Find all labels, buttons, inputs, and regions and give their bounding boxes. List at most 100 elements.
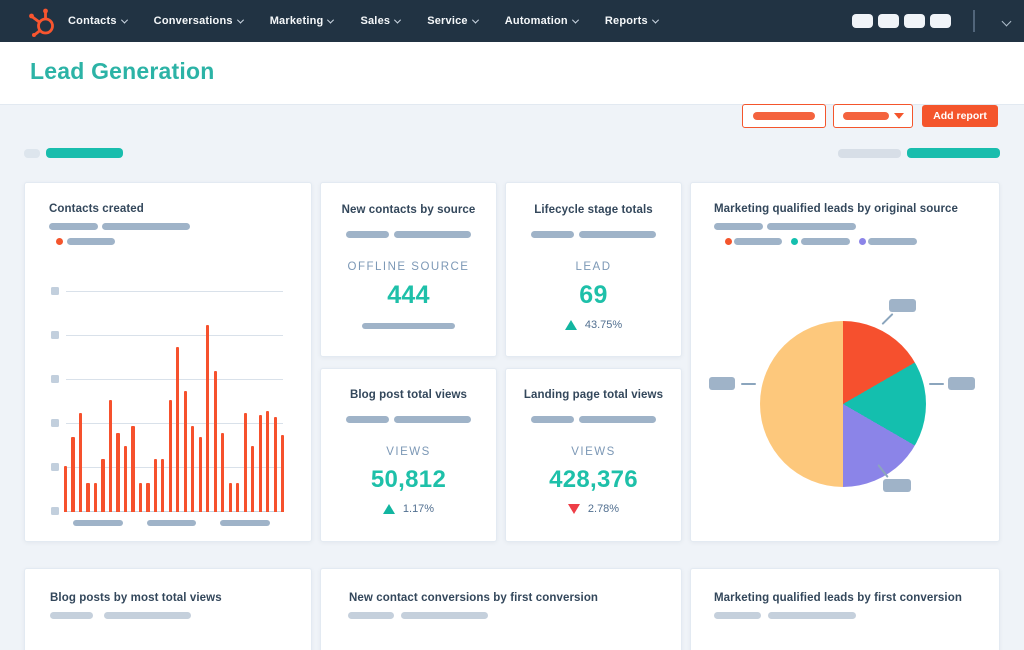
legend-label-placeholder	[734, 238, 782, 245]
subtitle-placeholder	[578, 231, 656, 238]
bar	[116, 432, 120, 512]
bar	[161, 459, 165, 512]
subtitle-placeholder	[714, 223, 763, 230]
delta-down-icon	[567, 504, 580, 514]
nav-item-automation[interactable]: Automation	[505, 15, 579, 27]
nav-item-label: Sales	[360, 15, 391, 27]
subtitle-placeholder	[767, 223, 856, 230]
stat-value: 69	[579, 281, 608, 309]
button-label-placeholder	[753, 112, 815, 120]
bar	[213, 371, 217, 512]
chevron-down-icon	[236, 16, 244, 24]
x-tick-placeholder	[73, 520, 123, 526]
pie-callout-line	[929, 383, 944, 385]
bar	[64, 465, 68, 512]
chevron-down-icon	[471, 16, 479, 24]
filter-control-placeholder[interactable]	[46, 148, 123, 158]
stat-footer-placeholder	[362, 323, 455, 329]
bar	[78, 413, 83, 512]
card-mql-by-first-conversion: Marketing qualified leads by first conve…	[690, 568, 1000, 650]
bar	[153, 459, 157, 512]
legend-dot-purple	[859, 238, 866, 245]
card-blog-posts-by-most-total-views: Blog posts by most total views	[24, 568, 312, 650]
nav-toolbar-icon-4[interactable]	[930, 14, 951, 28]
bar-chart	[25, 183, 313, 543]
chevron-down-icon	[120, 16, 128, 24]
card-mql-by-original-source: Marketing qualified leads by original so…	[690, 182, 1000, 542]
stat-label: VIEWS	[571, 446, 616, 458]
subtitle-placeholder	[401, 612, 488, 619]
nav-item-reports[interactable]: Reports	[605, 15, 659, 27]
card-title: Blog posts by most total views	[50, 592, 222, 604]
legend-label-placeholder	[868, 238, 917, 245]
nav-item-label: Marketing	[269, 15, 324, 27]
bar	[86, 483, 90, 512]
hubspot-logo-icon[interactable]	[26, 5, 60, 39]
nav-item-label: Contacts	[68, 15, 117, 27]
chevron-down-icon	[651, 16, 659, 24]
y-tick-placeholder	[51, 463, 59, 471]
account-chevron-down-icon[interactable]	[1001, 16, 1012, 26]
subtitle-placeholder	[50, 612, 93, 619]
x-tick-placeholder	[147, 520, 196, 526]
card-title: Lifecycle stage totals	[534, 204, 653, 216]
nav-item-conversations[interactable]: Conversations	[154, 15, 244, 27]
bar	[228, 483, 232, 512]
legend-dot-teal	[791, 238, 798, 245]
bar	[198, 437, 202, 512]
subtitle-placeholder	[531, 231, 575, 238]
stat-label: VIEWS	[386, 446, 431, 458]
range-control-placeholder[interactable]	[907, 148, 1000, 158]
nav-item-service[interactable]: Service	[427, 15, 479, 27]
nav-divider	[973, 10, 975, 32]
filter-label-placeholder	[24, 149, 40, 158]
stat-value: 50,812	[370, 466, 447, 493]
subtitle-placeholder	[531, 416, 575, 423]
nav-item-marketing[interactable]: Marketing	[269, 15, 335, 27]
bar	[191, 426, 195, 512]
pie-callout-placeholder	[883, 479, 911, 492]
delta-value: 2.78%	[587, 503, 620, 515]
card-new-contacts-by-source: New contacts by source OFFLINE SOURCE 44…	[320, 182, 497, 357]
stat-label: LEAD	[575, 261, 612, 273]
card-title: Marketing qualified leads by first conve…	[714, 592, 962, 604]
dropdown-arrow-icon	[893, 113, 904, 119]
delta-value: 1.17%	[402, 503, 435, 515]
top-nav: Contacts Conversations Marketing Sales S…	[0, 0, 1024, 42]
y-tick-placeholder	[51, 331, 59, 339]
nav-item-sales[interactable]: Sales	[360, 15, 402, 27]
subtitle-placeholder	[768, 612, 856, 619]
nav-toolbar-icon-2[interactable]	[878, 14, 899, 28]
pie-callout-line	[881, 312, 894, 326]
bar	[146, 483, 150, 512]
pie-callout-placeholder	[709, 377, 735, 390]
bar	[123, 446, 128, 512]
gridline	[66, 291, 283, 292]
nav-menu: Contacts Conversations Marketing Sales S…	[68, 0, 659, 42]
dashboard-action-button-1[interactable]	[742, 104, 826, 128]
bar	[183, 391, 187, 512]
page-title: Lead Generation	[30, 58, 215, 84]
card-contacts-created: Contacts created	[24, 182, 312, 542]
subtitle-placeholder	[346, 231, 390, 238]
nav-toolbar-icon-3[interactable]	[904, 14, 925, 28]
subtitle-placeholder	[393, 231, 471, 238]
card-title: New contact conversions by first convers…	[349, 592, 599, 604]
chevron-down-icon	[571, 16, 579, 24]
bar	[251, 446, 255, 512]
pie-chart	[760, 321, 926, 487]
delta-up-icon	[382, 504, 395, 514]
card-title: Landing page total views	[523, 389, 664, 401]
nav-toolbar-icon-1[interactable]	[852, 14, 873, 28]
card-landing-page-total-views: Landing page total views VIEWS 428,376 2…	[505, 368, 682, 542]
add-report-button[interactable]: Add report	[922, 105, 998, 127]
card-blog-post-total-views: Blog post total views VIEWS 50,812 1.17%	[320, 368, 497, 542]
bar	[243, 413, 247, 512]
bar	[176, 347, 180, 512]
subtitle-placeholder	[346, 416, 390, 423]
delta-value: 43.75%	[584, 319, 623, 331]
card-title: Marketing qualified leads by original so…	[714, 203, 959, 215]
dashboard-dropdown-button[interactable]	[833, 104, 913, 128]
nav-toolbar	[852, 0, 1024, 42]
nav-item-contacts[interactable]: Contacts	[68, 15, 128, 27]
